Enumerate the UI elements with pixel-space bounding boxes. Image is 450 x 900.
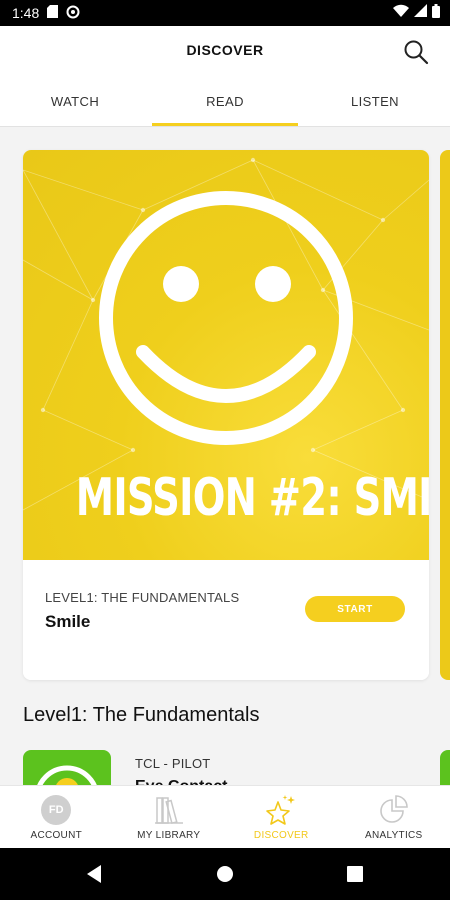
nav-my-library[interactable]: MY LIBRARY bbox=[113, 786, 226, 848]
tab-watch[interactable]: WATCH bbox=[0, 86, 150, 126]
home-button[interactable] bbox=[213, 862, 237, 886]
search-icon bbox=[404, 40, 429, 65]
bottom-navigation: FD ACCOUNT MY LIBRARY DISCOVER ANALYTICS bbox=[0, 785, 450, 848]
header-divider bbox=[0, 126, 450, 127]
eye-contact-thumbnail-icon bbox=[35, 765, 99, 790]
featured-card[interactable]: MISSION #2: SMILE LEVEL1: THE FUNDAMENTA… bbox=[23, 150, 429, 680]
featured-level: LEVEL1: THE FUNDAMENTALS bbox=[45, 590, 240, 605]
start-button[interactable]: START bbox=[305, 596, 405, 622]
page-title: DISCOVER bbox=[186, 42, 264, 58]
nav-account[interactable]: FD ACCOUNT bbox=[0, 786, 113, 848]
home-circle-icon bbox=[217, 866, 233, 882]
featured-image-title: MISSION #2: SMILE bbox=[75, 468, 429, 528]
featured-card-info: LEVEL1: THE FUNDAMENTALS Smile START bbox=[23, 560, 429, 680]
status-bar: 1:48 bbox=[0, 0, 450, 26]
tab-bar: WATCH READ LISTEN bbox=[0, 86, 450, 126]
battery-icon bbox=[432, 3, 440, 23]
nav-analytics-label: ANALYTICS bbox=[364, 830, 423, 841]
next-card-peek[interactable] bbox=[440, 150, 450, 680]
avatar-container: FD bbox=[40, 794, 72, 826]
list-item-thumbnail[interactable] bbox=[23, 750, 111, 790]
nav-analytics[interactable]: ANALYTICS bbox=[338, 786, 450, 848]
nav-my-library-label: MY LIBRARY bbox=[137, 830, 201, 841]
system-navigation-bar bbox=[0, 848, 450, 900]
nav-discover-label: DISCOVER bbox=[253, 830, 309, 841]
sparkle-star-icon bbox=[265, 794, 297, 826]
signal-icon bbox=[414, 4, 427, 22]
avatar: FD bbox=[41, 795, 72, 825]
recents-button[interactable] bbox=[343, 862, 367, 886]
section-title: Level1: The Fundamentals bbox=[23, 704, 260, 726]
nav-account-label: ACCOUNT bbox=[30, 830, 83, 841]
back-triangle-icon bbox=[87, 865, 101, 883]
tab-read[interactable]: READ bbox=[150, 86, 300, 126]
tab-listen[interactable]: LISTEN bbox=[300, 86, 450, 126]
recents-square-icon bbox=[347, 866, 363, 882]
nav-discover[interactable]: DISCOVER bbox=[225, 786, 338, 848]
next-thumbnail-peek[interactable] bbox=[440, 750, 450, 790]
list-item-category: TCL - PILOT bbox=[135, 756, 211, 771]
library-icon bbox=[153, 794, 185, 826]
pie-chart-icon bbox=[378, 794, 410, 826]
status-time: 1:48 bbox=[12, 5, 40, 21]
back-button[interactable] bbox=[82, 862, 106, 886]
featured-card-image: MISSION #2: SMILE bbox=[23, 150, 429, 560]
search-button[interactable] bbox=[402, 38, 430, 66]
sd-card-icon bbox=[47, 5, 59, 21]
app-header: DISCOVER WATCH READ LISTEN bbox=[0, 26, 450, 126]
data-saver-icon bbox=[66, 5, 80, 22]
wifi-icon bbox=[393, 4, 409, 22]
featured-name: Smile bbox=[45, 612, 91, 631]
